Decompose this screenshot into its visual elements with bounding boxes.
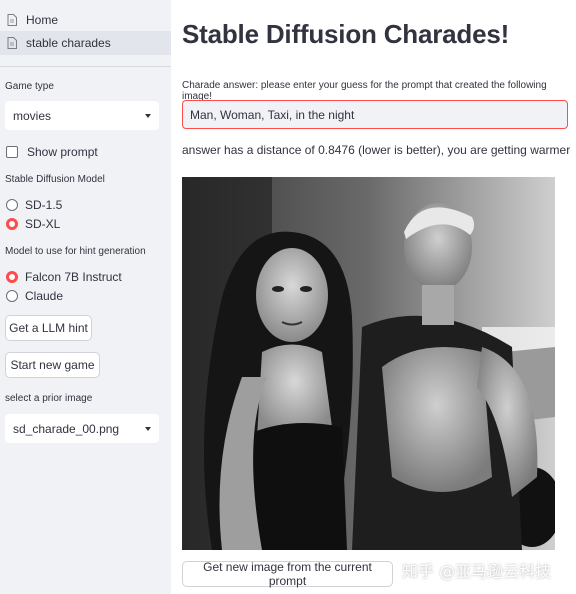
- sd-model-label: Stable Diffusion Model: [5, 174, 105, 185]
- show-prompt-checkbox[interactable]: Show prompt: [6, 145, 98, 159]
- generated-image: [182, 177, 555, 550]
- radio-label: SD-1.5: [25, 198, 63, 212]
- radio-button-selected[interactable]: [6, 271, 18, 283]
- chevron-down-icon: [145, 427, 151, 431]
- radio-button[interactable]: [6, 290, 18, 302]
- document-icon: [7, 14, 17, 26]
- radio-label: Falcon 7B Instruct: [25, 270, 122, 284]
- generated-image-illustration: [182, 177, 555, 550]
- watermark: 知乎 @亚马逊云科技: [402, 562, 552, 581]
- sidebar-item-home[interactable]: Home: [0, 8, 171, 32]
- prior-image-label: select a prior image: [5, 393, 93, 404]
- charade-answer-input[interactable]: [182, 100, 568, 129]
- sidebar-item-stable-charades[interactable]: stable charades: [0, 31, 171, 55]
- charade-answer-label: Charade answer: please enter your guess …: [182, 80, 547, 102]
- page-title: Stable Diffusion Charades!: [182, 19, 510, 49]
- start-new-game-button[interactable]: Start new game: [5, 352, 100, 378]
- game-type-select[interactable]: movies: [5, 101, 159, 130]
- radio-label: Claude: [25, 289, 64, 303]
- new-image-button[interactable]: Get new image from the current prompt: [182, 560, 393, 588]
- distance-feedback: answer has a distance of 0.8476 (lower i…: [182, 143, 571, 157]
- radio-falcon[interactable]: Falcon 7B Instruct: [6, 270, 122, 284]
- game-type-label: Game type: [5, 81, 54, 92]
- radio-label: SD-XL: [25, 217, 61, 231]
- sidebar-item-label: stable charades: [26, 36, 111, 50]
- sidebar-item-label: Home: [26, 13, 59, 27]
- sidebar: Home stable charades Game type movies Sh…: [0, 0, 171, 594]
- radio-sd-xl[interactable]: SD-XL: [6, 217, 60, 231]
- game-type-value: movies: [13, 108, 52, 123]
- hint-model-label: Model to use for hint generation: [5, 246, 146, 257]
- radio-button[interactable]: [6, 199, 18, 211]
- checkbox-box[interactable]: [6, 146, 18, 158]
- show-prompt-label: Show prompt: [27, 145, 98, 159]
- document-icon: [7, 37, 17, 49]
- sidebar-divider: [0, 66, 171, 67]
- prior-image-value: sd_charade_00.png: [13, 421, 120, 436]
- radio-sd-1-5[interactable]: SD-1.5: [6, 198, 62, 212]
- prior-image-select[interactable]: sd_charade_00.png: [5, 414, 159, 443]
- radio-claude[interactable]: Claude: [6, 289, 63, 303]
- chevron-down-icon: [145, 114, 151, 118]
- llm-hint-button[interactable]: Get a LLM hint: [5, 315, 92, 341]
- radio-button-selected[interactable]: [6, 218, 18, 230]
